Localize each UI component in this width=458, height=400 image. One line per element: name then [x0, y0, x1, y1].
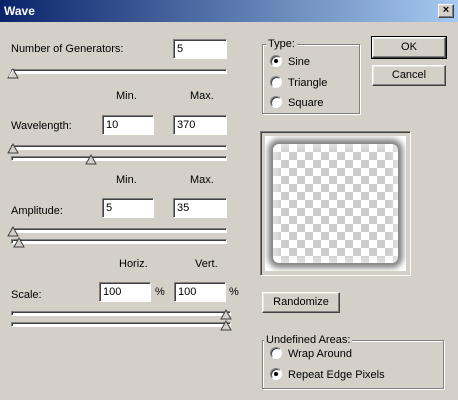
- close-button[interactable]: ×: [438, 4, 454, 18]
- generators-label: Number of Generators:: [11, 43, 124, 55]
- close-icon: ×: [442, 4, 450, 16]
- scale-label: Scale:: [11, 289, 42, 301]
- radio-selected-dot: [274, 372, 278, 376]
- ok-button[interactable]: OK: [371, 36, 447, 59]
- undefined-areas-title: Undefined Areas:: [264, 334, 353, 346]
- amplitude-min-header: Min.: [116, 174, 137, 186]
- window-title: Wave: [4, 4, 35, 18]
- generators-slider-track[interactable]: [11, 69, 227, 74]
- radio-repeat-edge-pixels[interactable]: [270, 368, 282, 380]
- title-bar: Wave ×: [0, 0, 458, 22]
- type-option-sine-label[interactable]: Sine: [288, 56, 310, 68]
- scale-vert-percent: %: [229, 286, 239, 298]
- cancel-button[interactable]: Cancel: [372, 65, 446, 86]
- amplitude-label: Amplitude:: [11, 205, 63, 217]
- type-option-triangle-label[interactable]: Triangle: [288, 77, 327, 89]
- radio-triangle[interactable]: [270, 76, 282, 88]
- wavelength-max-slider-track[interactable]: [11, 156, 227, 161]
- scale-vert-slider-track[interactable]: [11, 322, 231, 327]
- radio-wrap-around[interactable]: [270, 347, 282, 359]
- scale-vert-input[interactable]: 100: [174, 282, 226, 302]
- radio-sine[interactable]: [270, 55, 282, 67]
- type-group-title: Type:: [266, 38, 297, 50]
- radio-square[interactable]: [270, 96, 282, 108]
- scale-horiz-slider-track[interactable]: [11, 311, 231, 316]
- wavelength-max-input[interactable]: 370: [173, 115, 227, 135]
- scale-horiz-percent: %: [155, 286, 165, 298]
- scale-vert-header: Vert.: [195, 258, 218, 270]
- transparency-checkerboard: [273, 144, 398, 263]
- type-option-square-label[interactable]: Square: [288, 97, 323, 109]
- wavelength-min-header: Min.: [116, 90, 137, 102]
- wavelength-max-header: Max.: [190, 90, 214, 102]
- undefined-option-repeat-label[interactable]: Repeat Edge Pixels: [288, 369, 385, 381]
- randomize-button[interactable]: Randomize: [262, 292, 340, 313]
- amplitude-min-input[interactable]: 5: [102, 198, 154, 218]
- scale-horiz-header: Horiz.: [119, 258, 148, 270]
- preview-canvas: [265, 136, 406, 271]
- amplitude-max-input[interactable]: 35: [173, 198, 227, 218]
- wave-preview: [260, 131, 411, 276]
- amplitude-max-header: Max.: [190, 174, 214, 186]
- wavelength-label: Wavelength:: [11, 120, 72, 132]
- amplitude-min-slider-track[interactable]: [11, 228, 227, 233]
- amplitude-max-slider-track[interactable]: [11, 239, 227, 244]
- undefined-option-wrap-label[interactable]: Wrap Around: [288, 348, 352, 360]
- scale-horiz-input[interactable]: 100: [99, 282, 151, 302]
- radio-selected-dot: [274, 59, 278, 63]
- wavelength-min-slider-track[interactable]: [11, 145, 227, 150]
- wavelength-min-input[interactable]: 10: [102, 115, 154, 135]
- generators-input[interactable]: 5: [173, 39, 227, 59]
